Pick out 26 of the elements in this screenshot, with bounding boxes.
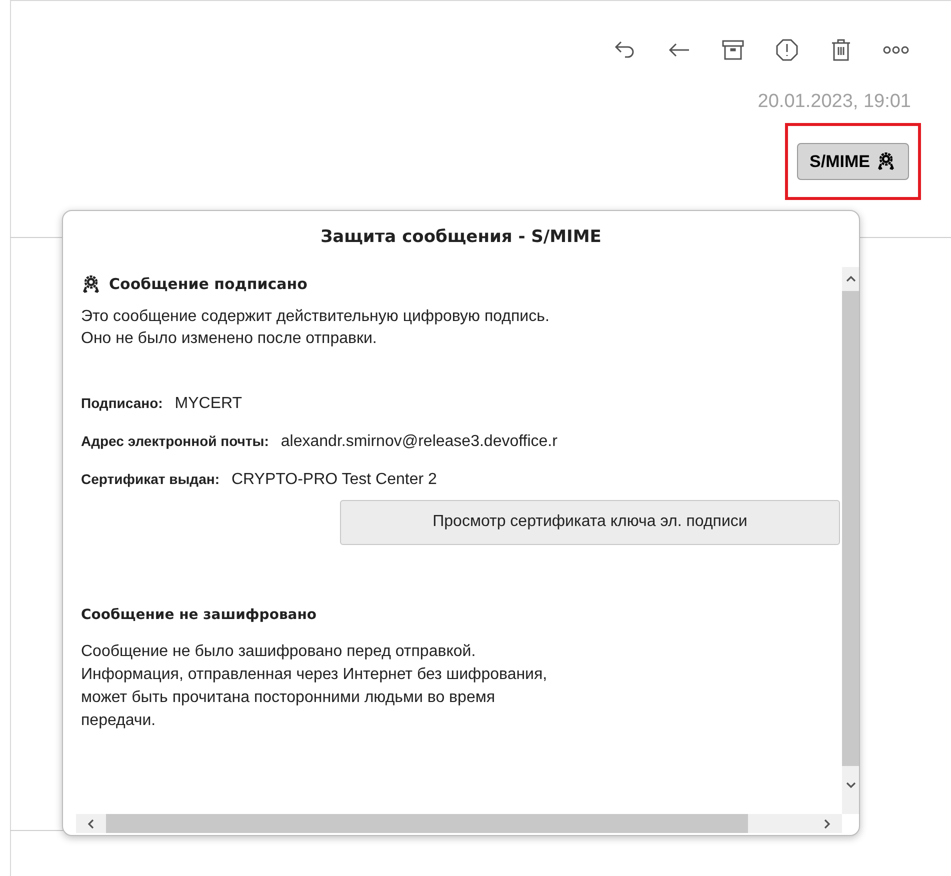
popup-title: Защита сообщения - S/MIME <box>320 226 602 250</box>
scrollbar-thumb[interactable] <box>106 814 748 833</box>
section-heading: Сообщение не зашифровано <box>81 606 318 624</box>
more-icon[interactable] <box>883 46 909 54</box>
chevron-left-icon[interactable] <box>86 818 96 828</box>
chevron-down-icon[interactable] <box>846 780 856 790</box>
chevron-up-icon[interactable] <box>846 274 856 284</box>
view-certificate-button[interactable]: Просмотр сертификата ключа эл. подписи <box>340 500 840 544</box>
section-heading: Сообщение подписано <box>109 274 308 295</box>
horizontal-scrollbar[interactable] <box>76 814 842 833</box>
smime-button[interactable]: S/MIME <box>796 142 909 180</box>
chevron-right-icon[interactable] <box>822 818 832 828</box>
signature-description: Это сообщение содержит действительную цифровую подпись. Оно не было изменено после отправки. <box>81 306 550 348</box>
award-icon <box>81 274 101 294</box>
archive-icon[interactable] <box>721 38 745 62</box>
warning-icon[interactable] <box>775 38 799 62</box>
award-icon <box>876 151 896 172</box>
trash-icon[interactable] <box>829 38 853 62</box>
field-value: CRYPTO-PRO Test Center 2 <box>231 470 437 490</box>
encryption-description: Сообщение не было зашифровано перед отправкой. Информация, отправленная через Интернет без шифрования, может быть прочитана посторонними людьми во время передачи. <box>81 642 548 730</box>
field-label: Сертификат выдан: <box>81 470 220 489</box>
field-value: alexandr.smirnov@release3.devoffice.r <box>280 432 558 452</box>
message-date: 20.01.2023, 19:01 <box>758 90 911 114</box>
field-label: Подписано: <box>81 394 163 413</box>
field-value: MYCERT <box>174 394 242 414</box>
field-label: Адрес электронной почты: <box>81 432 269 451</box>
